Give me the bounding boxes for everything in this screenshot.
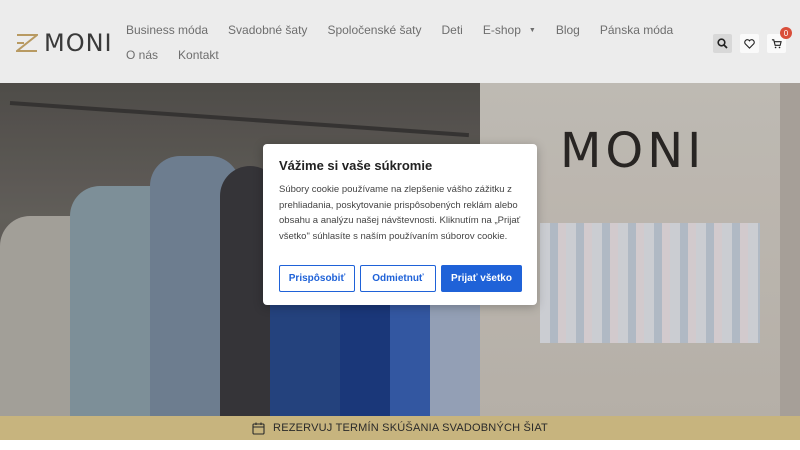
logo-mark-icon	[16, 34, 38, 52]
brand-logo[interactable]: MONI	[16, 29, 113, 57]
brand-name: MONI	[44, 29, 113, 57]
nav-business-moda[interactable]: Business móda	[126, 23, 208, 37]
cart-icon	[771, 39, 782, 49]
site-header: MONI Business móda Svadobné šaty Spoloče…	[0, 0, 800, 83]
reject-button[interactable]: Odmietnuť	[360, 265, 436, 292]
cookie-text: Súbory cookie používame na zlepšenie váš…	[279, 184, 521, 242]
nav-spolocenske-saty[interactable]: Spoločenské šaty	[327, 23, 421, 37]
nav-panska-moda[interactable]: Pánska móda	[600, 23, 673, 37]
header-icons: 0	[713, 27, 792, 53]
booking-label: REZERVUJ TERMÍN SKÚŠANIA SVADOBNÝCH ŠIAT	[273, 422, 548, 434]
nav-eshop[interactable]: E-shop ▼	[483, 23, 536, 37]
cookie-title: Vážime si vaše súkromie	[279, 158, 433, 173]
search-button[interactable]	[713, 34, 732, 53]
accept-all-button[interactable]: Prijať všetko	[441, 265, 522, 292]
nav-o-nas[interactable]: O nás	[126, 48, 158, 62]
cookie-consent-dialog: Vážime si vaše súkromie Súbory cookie po…	[263, 144, 537, 305]
cart-count-badge: 0	[780, 27, 792, 39]
nav-deti[interactable]: Deti	[442, 23, 463, 37]
main-nav: Business móda Svadobné šaty Spoločenské …	[126, 23, 673, 37]
cookie-buttons: Prispôsobiť Odmietnuť Prijať všetko	[279, 265, 522, 292]
page-bottom	[0, 440, 800, 450]
customize-button[interactable]: Prispôsobiť	[279, 265, 355, 292]
caret-down-icon: ▼	[528, 27, 536, 35]
nav-eshop-label: E-shop	[482, 23, 521, 37]
main-nav-row2: O nás Kontakt	[126, 48, 219, 62]
nav-blog[interactable]: Blog	[556, 23, 580, 37]
cart-button[interactable]: 0	[767, 27, 792, 53]
heart-icon	[744, 38, 755, 49]
booking-bar[interactable]: REZERVUJ TERMÍN SKÚŠANIA SVADOBNÝCH ŠIAT	[0, 416, 800, 440]
nav-svadobne-saty[interactable]: Svadobné šaty	[228, 23, 307, 37]
wishlist-button[interactable]	[740, 34, 759, 53]
search-icon	[717, 38, 728, 49]
calendar-icon	[252, 422, 265, 435]
nav-kontakt[interactable]: Kontakt	[178, 48, 219, 62]
